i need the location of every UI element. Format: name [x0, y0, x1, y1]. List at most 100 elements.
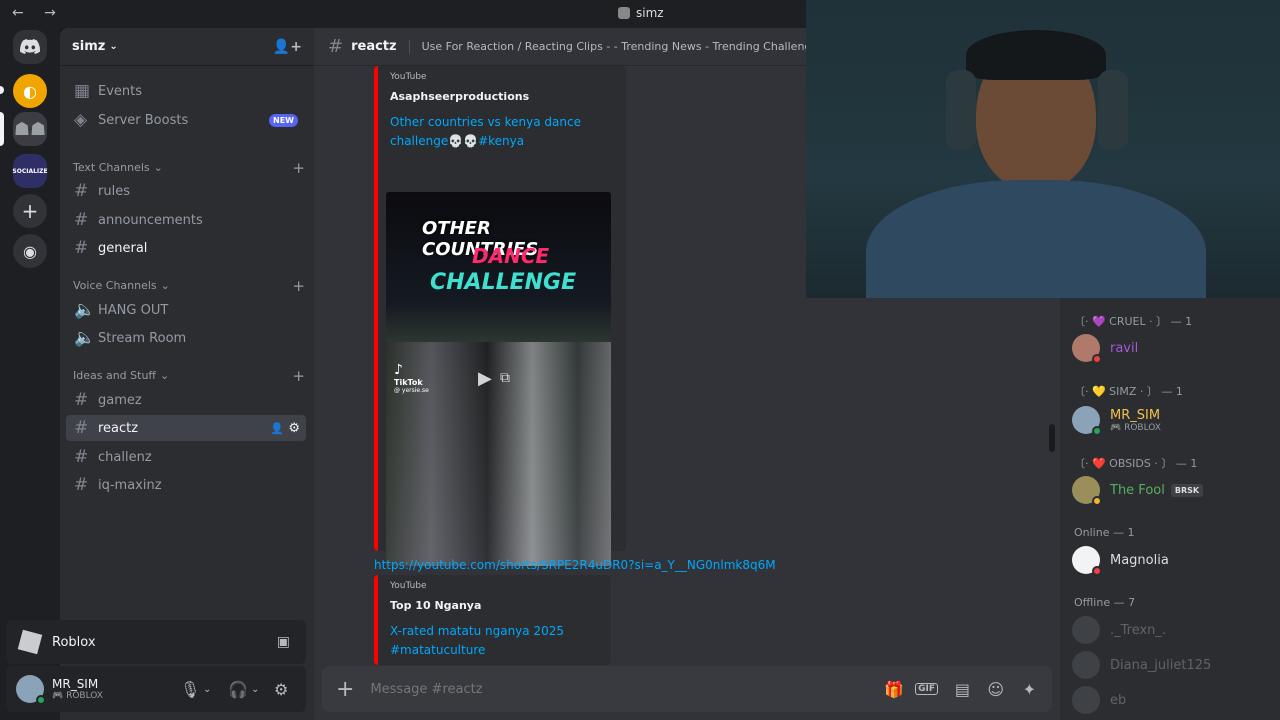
user-info[interactable]: MR_SIM 🎮 ROBLOX: [52, 677, 103, 701]
member-activity: 🎮 ROBLOX: [1110, 423, 1161, 433]
channel-rules[interactable]: # rules: [66, 178, 306, 204]
message-link[interactable]: https://youtube.com/shorts/SRPE2R4uDR0?s…: [374, 558, 776, 572]
discover-button[interactable]: ◉: [13, 234, 47, 268]
upload-plus-icon[interactable]: +: [336, 677, 354, 702]
server-icon-simz[interactable]: ☗☗: [13, 112, 47, 146]
channel-gamez[interactable]: # gamez: [66, 387, 306, 413]
online-status-dot: [1092, 426, 1102, 436]
role-group-label: 〔· ❤️ OBSIDS · 〕 — 1: [1074, 457, 1198, 470]
server-boosts-item[interactable]: ◈ Server Boosts NEW: [66, 107, 306, 133]
hashtag-icon: #: [328, 36, 344, 57]
roblox-icon: [17, 629, 43, 655]
avatar[interactable]: [16, 675, 46, 705]
discord-home-button[interactable]: [13, 30, 47, 64]
channel-label: general: [98, 240, 148, 256]
member-row[interactable]: The Fool BRSK: [1072, 473, 1272, 507]
avatar: [1072, 406, 1102, 436]
channel-general[interactable]: # general: [66, 235, 306, 261]
server-icon-crypto[interactable]: ◐: [13, 74, 47, 108]
settings-gear-icon[interactable]: ⚙: [274, 680, 288, 699]
create-channel-icon[interactable]: +: [292, 159, 305, 177]
tiktok-handle: @ yersie.se: [394, 387, 429, 394]
member-row[interactable]: eb: [1072, 683, 1272, 717]
channel-iq-maxinz[interactable]: # iq-maxinz: [66, 472, 306, 498]
create-invite-icon[interactable]: 👤: [270, 422, 284, 435]
speaker-icon: 🔈: [74, 300, 96, 320]
events-item[interactable]: ▦ Events: [66, 78, 306, 104]
hashtag-icon: #: [74, 238, 89, 258]
gear-icon[interactable]: ⚙: [288, 421, 300, 436]
plus-icon: +: [21, 199, 39, 223]
member-name: MR_SIM: [1110, 407, 1161, 423]
embed-provider: YouTube: [390, 581, 427, 591]
thumb-heading-3: CHALLENGE: [430, 270, 577, 295]
channel-announcements[interactable]: # announcements: [66, 207, 306, 233]
member-row[interactable]: Magnolia: [1072, 543, 1272, 577]
member-name: Diana_juliet125: [1110, 657, 1212, 673]
history-nav[interactable]: ← →: [12, 5, 64, 21]
embed-title-link[interactable]: Other countries vs kenya dance challenge…: [390, 113, 614, 151]
gif-icon[interactable]: GIF: [915, 683, 938, 695]
play-button[interactable]: ▶: [478, 368, 492, 389]
calendar-icon: ▦: [74, 81, 91, 101]
avatar: [1072, 686, 1100, 714]
channel-label: announcements: [98, 212, 203, 228]
emoji-icon[interactable]: ☺: [987, 680, 1004, 699]
microphone-icon[interactable]: 🎙: [180, 680, 200, 699]
boosts-label: Server Boosts: [98, 112, 189, 128]
add-server-button[interactable]: +: [13, 194, 47, 228]
sticker-icon[interactable]: ▤: [955, 680, 970, 699]
open-external-icon[interactable]: ⧉: [500, 370, 510, 386]
window-title: simz: [636, 6, 664, 20]
scrollbar-thumb[interactable]: [1049, 424, 1055, 452]
activity-panel[interactable]: Roblox ▣: [6, 620, 306, 664]
activity-name: Roblox: [52, 634, 96, 650]
embed-author[interactable]: Top 10 Nganya: [390, 599, 599, 612]
username: MR_SIM: [52, 677, 99, 691]
category-ideas[interactable]: Ideas and Stuff ⌄ +: [73, 367, 305, 385]
embed-author[interactable]: Asaphseerproductions: [390, 90, 614, 103]
chevron-down-icon: ⌄: [160, 279, 170, 292]
category-voice-channels[interactable]: Voice Channels ⌄ +: [73, 277, 305, 295]
apps-icon[interactable]: ✦: [1023, 680, 1036, 699]
member-row[interactable]: ravil: [1072, 331, 1272, 365]
embed-provider: YouTube: [390, 72, 427, 82]
server-list: ◐ ☗☗ SOCIALIZE + ◉: [0, 28, 60, 720]
member-row[interactable]: MR_SIM 🎮 ROBLOX: [1072, 403, 1272, 437]
channel-challenz[interactable]: # challenz: [66, 444, 306, 470]
server-icon-small: [618, 7, 630, 19]
avatar: [1072, 476, 1102, 506]
create-channel-icon[interactable]: +: [292, 367, 305, 385]
channel-name: reactz: [351, 39, 397, 54]
hashtag-icon: #: [74, 390, 89, 410]
webcam-overlay: [806, 0, 1280, 298]
member-row[interactable]: Diana_juliet125: [1072, 648, 1272, 682]
channel-topic[interactable]: Use For Reaction / Reacting Clips - - Tr…: [422, 40, 857, 53]
create-channel-icon[interactable]: +: [292, 277, 305, 295]
message-input[interactable]: [370, 681, 851, 697]
gamepad-icon: 🎮: [1110, 422, 1122, 433]
chevron-down-icon[interactable]: ⌄: [251, 684, 259, 695]
channel-label: gamez: [98, 392, 142, 408]
channel-reactz[interactable]: # reactz 👤 ⚙: [66, 415, 306, 441]
person-silhouette: [866, 30, 1206, 298]
gift-icon[interactable]: 🎁: [884, 680, 904, 699]
server-icon-socialize[interactable]: SOCIALIZE: [12, 154, 48, 188]
category-text-channels[interactable]: Text Channels ⌄ +: [73, 159, 305, 177]
discord-logo-icon: [20, 39, 40, 54]
embed-title-link[interactable]: X-rated matatu nganya 2025 #matatucultur…: [390, 622, 599, 660]
category-label: Voice Channels: [73, 279, 157, 292]
member-row[interactable]: ._Trexn_.: [1072, 613, 1272, 647]
role-group-label: 〔· 💛 SIMZ · 〕 — 1: [1074, 385, 1183, 398]
hashtag-icon: #: [74, 475, 89, 495]
voice-channel-stream-room[interactable]: 🔈 Stream Room: [66, 325, 306, 351]
headphones-icon[interactable]: 🎧: [228, 680, 248, 699]
screen-share-icon[interactable]: ▣: [277, 634, 290, 650]
invite-people-icon[interactable]: 👤+: [273, 39, 302, 55]
channel-label: rules: [98, 183, 130, 199]
voice-channel-hang-out[interactable]: 🔈 HANG OUT: [66, 297, 306, 323]
group-silhouette-icon: ☗☗: [13, 118, 47, 140]
server-header[interactable]: simz ⌄ 👤+: [60, 28, 314, 66]
video-thumbnail[interactable]: OTHER COUNTRIES DANCE CHALLENGE ♪ TikTok…: [386, 192, 611, 566]
chevron-down-icon[interactable]: ⌄: [203, 684, 211, 695]
